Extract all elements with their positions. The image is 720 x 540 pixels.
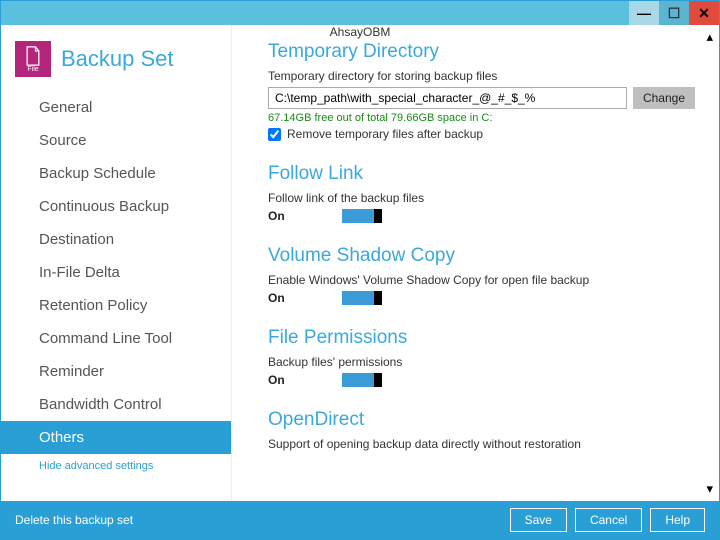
sidebar-item-reminder[interactable]: Reminder	[1, 355, 231, 388]
scroll-down-icon[interactable]: ▾	[706, 481, 713, 497]
remove-temp-checkbox[interactable]	[268, 128, 281, 141]
file-perm-toggle[interactable]	[342, 373, 382, 387]
body: File Backup Set General Source Backup Sc…	[1, 25, 719, 501]
free-space-text: 67.14GB free out of total 79.66GB space …	[268, 112, 695, 124]
open-direct-title: OpenDirect	[268, 409, 695, 431]
help-button[interactable]: Help	[650, 508, 705, 532]
file-perm-title: File Permissions	[268, 327, 695, 349]
close-button[interactable]: ✕	[689, 1, 719, 25]
section-file-perm: File Permissions Backup files' permissio…	[268, 327, 695, 387]
section-temp-dir: Temporary Directory Temporary directory …	[268, 41, 695, 141]
file-icon-svg	[24, 46, 42, 66]
remove-temp-label: Remove temporary files after backup	[287, 127, 483, 141]
titlebar-inner: — ☐ ✕	[1, 1, 719, 25]
follow-link-toggle-row: On	[268, 209, 695, 223]
sidebar: File Backup Set General Source Backup Sc…	[1, 25, 231, 501]
section-vss: Volume Shadow Copy Enable Windows' Volum…	[268, 245, 695, 305]
file-perm-toggle-row: On	[268, 373, 695, 387]
cancel-button[interactable]: Cancel	[575, 508, 642, 532]
sidebar-item-source[interactable]: Source	[1, 124, 231, 157]
backup-set-title: Backup Set	[61, 46, 174, 72]
file-icon-label: File	[27, 66, 38, 73]
section-open-direct: OpenDirect Support of opening backup dat…	[268, 409, 695, 451]
file-perm-state: On	[268, 373, 292, 387]
sidebar-item-general[interactable]: General	[1, 91, 231, 124]
sidebar-item-in-file-delta[interactable]: In-File Delta	[1, 256, 231, 289]
remove-temp-row: Remove temporary files after backup	[268, 127, 695, 141]
vss-subtitle: Enable Windows' Volume Shadow Copy for o…	[268, 273, 695, 287]
vss-toggle-row: On	[268, 291, 695, 305]
follow-link-subtitle: Follow link of the backup files	[268, 191, 695, 205]
app-window: — ☐ ✕ AhsayOBM File Backup Set General S…	[0, 0, 720, 540]
scroll-up-icon[interactable]: ▴	[706, 29, 713, 45]
sidebar-item-destination[interactable]: Destination	[1, 223, 231, 256]
open-direct-subtitle: Support of opening backup data directly …	[268, 437, 695, 451]
sidebar-item-command-line-tool[interactable]: Command Line Tool	[1, 322, 231, 355]
vss-title: Volume Shadow Copy	[268, 245, 695, 267]
content-panel: ▴ Temporary Directory Temporary director…	[231, 25, 719, 501]
follow-link-state: On	[268, 209, 292, 223]
vss-toggle[interactable]	[342, 291, 382, 305]
temp-dir-subtitle: Temporary directory for storing backup f…	[268, 69, 695, 83]
minimize-button[interactable]: —	[629, 1, 659, 25]
titlebar: — ☐ ✕ AhsayOBM	[1, 1, 719, 25]
delete-backup-set-link[interactable]: Delete this backup set	[15, 513, 133, 527]
backup-set-header: File Backup Set	[1, 35, 231, 91]
temp-dir-title: Temporary Directory	[268, 41, 695, 63]
content-inner: Temporary Directory Temporary directory …	[268, 41, 695, 491]
follow-link-toggle[interactable]	[342, 209, 382, 223]
temp-dir-input[interactable]	[268, 87, 627, 109]
window-controls: — ☐ ✕	[629, 1, 719, 25]
sidebar-item-others[interactable]: Others	[1, 421, 231, 454]
footer-buttons: Save Cancel Help	[510, 508, 705, 532]
sidebar-item-backup-schedule[interactable]: Backup Schedule	[1, 157, 231, 190]
change-button[interactable]: Change	[633, 87, 695, 109]
sidebar-item-bandwidth-control[interactable]: Bandwidth Control	[1, 388, 231, 421]
sidebar-item-retention-policy[interactable]: Retention Policy	[1, 289, 231, 322]
maximize-button[interactable]: ☐	[659, 1, 689, 25]
hide-advanced-link[interactable]: Hide advanced settings	[1, 454, 231, 478]
section-follow-link: Follow Link Follow link of the backup fi…	[268, 163, 695, 223]
follow-link-title: Follow Link	[268, 163, 695, 185]
sidebar-item-continuous-backup[interactable]: Continuous Backup	[1, 190, 231, 223]
save-button[interactable]: Save	[510, 508, 567, 532]
file-icon: File	[15, 41, 51, 77]
footer: Delete this backup set Save Cancel Help	[1, 501, 719, 539]
file-perm-subtitle: Backup files' permissions	[268, 355, 695, 369]
vss-state: On	[268, 291, 292, 305]
temp-dir-row: Change	[268, 87, 695, 109]
